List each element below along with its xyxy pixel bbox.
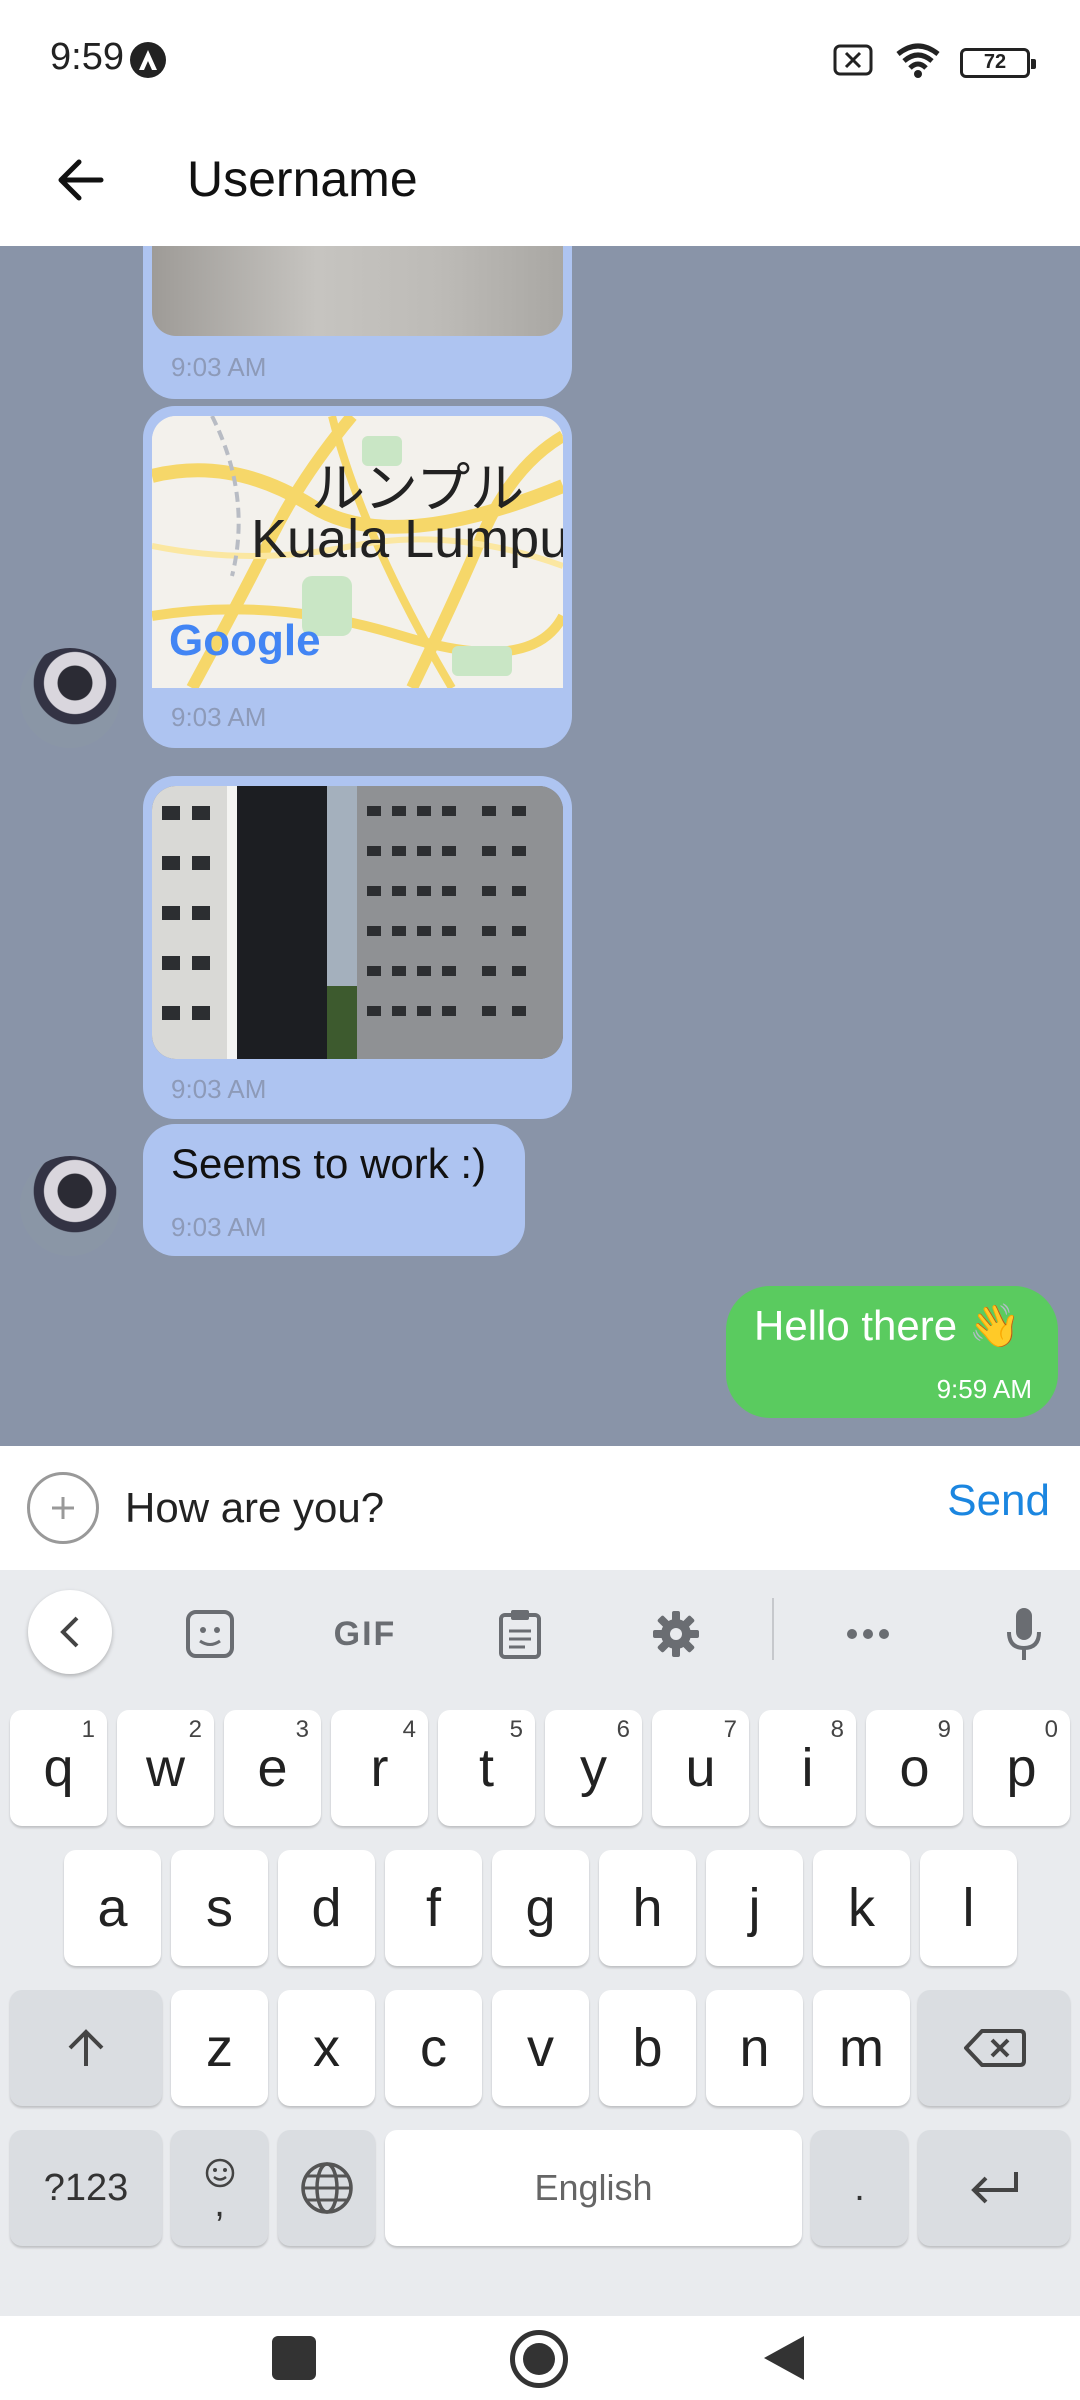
map-google-logo: Google (169, 616, 321, 665)
no-sim-icon (832, 43, 876, 82)
key-g[interactable]: g (492, 1850, 589, 1966)
status-bar: 9:59 72 (0, 0, 1080, 120)
gear-icon (653, 1611, 699, 1657)
period-key[interactable]: . (811, 2130, 908, 2246)
map-label-city: Kuala Lumpu (251, 509, 563, 569)
back-nav-button[interactable] (760, 2334, 806, 2387)
message-time: 9:59 AM (936, 1374, 1032, 1404)
key-n[interactable]: n (706, 1990, 803, 2106)
clipboard-icon (499, 1610, 541, 1659)
plus-icon (52, 1497, 74, 1519)
key-a[interactable]: a (64, 1850, 161, 1966)
recent-apps-button[interactable] (272, 2336, 316, 2380)
key-r[interactable]: r4 (331, 1710, 428, 1826)
key-h[interactable]: h (599, 1850, 696, 1966)
gif-label: GIF (333, 1614, 397, 1653)
message-body: Seems to work :) (171, 1140, 487, 1187)
globe-icon (300, 2162, 353, 2214)
key-s[interactable]: s (171, 1850, 268, 1966)
message-image[interactable]: 9:03 AM (143, 776, 572, 1119)
message-map[interactable]: ルンプル Kuala Lumpu Google 9:03 AM (143, 406, 572, 748)
key-b[interactable]: b (599, 1990, 696, 2106)
sticker-button[interactable] (180, 1604, 240, 1664)
key-x[interactable]: x (278, 1990, 375, 2106)
key-k[interactable]: k (813, 1850, 910, 1966)
key-z[interactable]: z (171, 1990, 268, 2106)
voice-input-button[interactable] (994, 1604, 1054, 1664)
key-u[interactable]: u7 (652, 1710, 749, 1826)
enter-key[interactable] (918, 2130, 1070, 2246)
message-photo[interactable] (152, 786, 563, 1059)
message-input[interactable] (125, 1472, 905, 1544)
toolbar-back-button[interactable] (28, 1590, 112, 1674)
emoji-comma-key[interactable]: , (171, 2130, 268, 2246)
key-v[interactable]: v (492, 1990, 589, 2106)
status-time: 9:59 (50, 36, 124, 78)
message-composer: Send (0, 1446, 1080, 1570)
symbols-key[interactable]: ?123 (10, 2130, 162, 2246)
message-photo[interactable] (152, 246, 563, 336)
notification-icon (130, 42, 166, 78)
message-outgoing[interactable]: Hello there 👋 9:59 AM (726, 1286, 1058, 1418)
chevron-left-icon (60, 1616, 79, 1648)
message-text[interactable]: Seems to work :) 9:03 AM (143, 1124, 525, 1256)
key-w[interactable]: w2 (117, 1710, 214, 1826)
space-key[interactable]: English (385, 2130, 802, 2246)
key-c[interactable]: c (385, 1990, 482, 2106)
keyboard-toolbar: GIF (0, 1570, 1080, 1688)
backspace-key[interactable] (918, 1990, 1070, 2106)
message-time: 9:03 AM (171, 1074, 267, 1104)
avatar[interactable] (20, 648, 120, 748)
clipboard-button[interactable] (490, 1604, 550, 1664)
home-button[interactable] (510, 2330, 568, 2388)
building-photo (152, 786, 563, 1059)
settings-button[interactable] (646, 1604, 706, 1664)
key-f[interactable]: f (385, 1850, 482, 1966)
more-button[interactable] (838, 1604, 898, 1664)
key-i[interactable]: i8 (759, 1710, 856, 1826)
arrow-left-icon (58, 159, 104, 201)
message-time: 9:03 AM (171, 352, 267, 382)
page-title: Username (187, 151, 418, 207)
message-time: 9:03 AM (171, 702, 267, 732)
back-button[interactable] (40, 140, 120, 220)
triangle-back-icon (764, 2336, 804, 2380)
key-e[interactable]: e3 (224, 1710, 321, 1826)
keyboard: GIF q1 w2 e3 r4 t5 y6 u7 i8 o9 p0 a s d … (0, 1570, 1080, 2316)
home-icon (523, 2343, 555, 2375)
arrow-up-icon (68, 2029, 104, 2066)
key-p[interactable]: p0 (973, 1710, 1070, 1826)
key-t[interactable]: t5 (438, 1710, 535, 1826)
key-y[interactable]: y6 (545, 1710, 642, 1826)
message-image[interactable]: 9:03 AM (143, 246, 572, 399)
key-m[interactable]: m (813, 1990, 910, 2106)
key-q[interactable]: q1 (10, 1710, 107, 1826)
microphone-icon (1007, 1608, 1041, 1660)
backspace-icon (964, 2029, 1026, 2067)
wifi-icon (894, 40, 942, 85)
navigation-bar (0, 2316, 1080, 2400)
key-l[interactable]: l (920, 1850, 1017, 1966)
gif-button[interactable]: GIF (330, 1604, 400, 1664)
message-time: 9:03 AM (171, 1212, 267, 1242)
send-button[interactable]: Send (947, 1476, 1050, 1526)
sticker-icon (186, 1610, 234, 1658)
chat-area[interactable]: 9:03 AM ルンプル Kuala Lumpu Google 9:03 AM (0, 246, 1080, 1446)
toolbar-divider (772, 1598, 774, 1660)
key-j[interactable]: j (706, 1850, 803, 1966)
message-body: Hello there 👋 (754, 1302, 1022, 1349)
key-o[interactable]: o9 (866, 1710, 963, 1826)
attach-button[interactable] (27, 1472, 99, 1544)
enter-icon (971, 2172, 1018, 2204)
language-key[interactable] (278, 2130, 375, 2246)
shift-key[interactable] (10, 1990, 162, 2106)
key-d[interactable]: d (278, 1850, 375, 1966)
battery-indicator: 72 (960, 47, 1036, 78)
app-bar: Username (0, 120, 1080, 246)
avatar[interactable] (20, 1156, 120, 1256)
more-icon (847, 1629, 889, 1639)
